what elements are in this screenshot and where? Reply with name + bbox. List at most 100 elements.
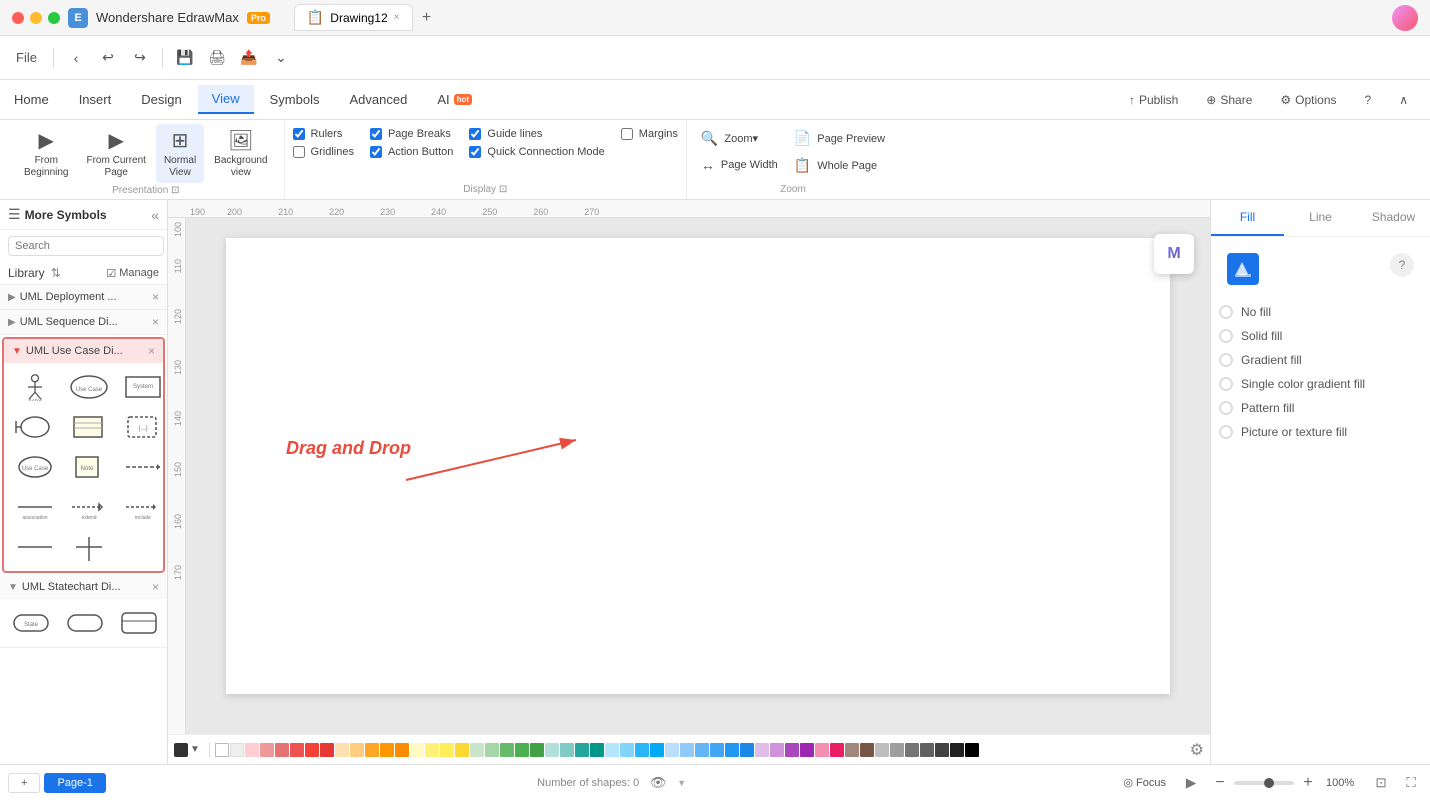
normal-view-button[interactable]: ⊞ NormalView <box>156 124 204 183</box>
menu-view[interactable]: View <box>198 85 254 114</box>
color-swatch[interactable] <box>860 743 874 757</box>
from-current-page-button[interactable]: ▶ From CurrentPage <box>78 124 153 183</box>
close-section-icon-2[interactable]: × <box>152 315 159 329</box>
shape-boundary[interactable] <box>10 409 60 445</box>
drawing-canvas[interactable]: Drag and Drop <box>186 218 1210 734</box>
print-button[interactable]: 🖨 <box>203 44 231 72</box>
zoom-slider[interactable] <box>1234 781 1294 785</box>
color-swatch[interactable] <box>950 743 964 757</box>
color-swatch[interactable] <box>935 743 949 757</box>
color-swatch[interactable] <box>635 743 649 757</box>
color-swatch[interactable] <box>530 743 544 757</box>
undo-button[interactable]: ↩ <box>94 44 122 72</box>
color-swatch[interactable] <box>740 743 754 757</box>
display-expand-icon[interactable]: ⊡ <box>499 184 507 195</box>
color-swatch[interactable] <box>410 743 424 757</box>
single-color-fill-option[interactable]: Single color gradient fill <box>1219 377 1422 391</box>
shape-association[interactable]: association <box>10 489 60 525</box>
close-section-icon-3[interactable]: × <box>148 344 155 358</box>
from-beginning-button[interactable]: ▶ FromBeginning <box>16 124 76 183</box>
action-button-checkbox[interactable]: Action Button <box>370 146 453 158</box>
fit-page-button[interactable]: ⊡ <box>1370 772 1392 794</box>
color-swatch[interactable] <box>725 743 739 757</box>
share-button[interactable]: ⊕ Share <box>1196 89 1262 111</box>
user-avatar[interactable] <box>1392 5 1418 31</box>
gridlines-checkbox[interactable]: Gridlines <box>293 146 354 158</box>
color-swatch[interactable] <box>260 743 274 757</box>
menu-insert[interactable]: Insert <box>65 86 126 113</box>
color-swatch[interactable] <box>755 743 769 757</box>
solid-fill-radio[interactable] <box>1219 329 1233 343</box>
color-swatch[interactable] <box>455 743 469 757</box>
color-swatch[interactable] <box>695 743 709 757</box>
panel-collapse-icon[interactable]: « <box>151 207 159 223</box>
zoom-out-button[interactable]: − <box>1210 773 1230 793</box>
fill-color-swatch[interactable] <box>174 743 188 757</box>
shape-system[interactable]: System <box>118 369 167 405</box>
color-swatch[interactable] <box>785 743 799 757</box>
page-width-button[interactable]: ↔ Page Width <box>695 155 784 175</box>
picture-fill-option[interactable]: Picture or texture fill <box>1219 425 1422 439</box>
background-view-button[interactable]: 🖼 Backgroundview <box>206 124 275 183</box>
file-menu[interactable]: File <box>8 46 45 69</box>
color-swatch-gray[interactable] <box>230 743 244 757</box>
fill-tab[interactable]: Fill <box>1211 200 1284 236</box>
zoom-button[interactable]: 🔍 Zoom▾ <box>695 128 784 149</box>
no-fill-option[interactable]: No fill <box>1219 305 1422 319</box>
single-color-fill-radio[interactable] <box>1219 377 1233 391</box>
fill-help-icon[interactable]: ? <box>1382 253 1422 285</box>
close-button[interactable] <box>12 12 24 24</box>
quick-connection-checkbox[interactable]: Quick Connection Mode <box>469 146 604 158</box>
color-swatch[interactable] <box>845 743 859 757</box>
menu-symbols[interactable]: Symbols <box>256 86 334 113</box>
line-tab[interactable]: Line <box>1284 200 1357 236</box>
zoom-in-button[interactable]: + <box>1298 773 1318 793</box>
uml-deployment-header[interactable]: ▶ UML Deployment ... × <box>0 285 167 309</box>
solid-fill-option[interactable]: Solid fill <box>1219 329 1422 343</box>
shape-t-shape[interactable] <box>64 529 114 565</box>
eye-button[interactable]: 👁 <box>647 772 669 794</box>
shape-note[interactable] <box>64 409 114 445</box>
color-swatch[interactable] <box>545 743 559 757</box>
color-swatch[interactable] <box>275 743 289 757</box>
search-input[interactable] <box>8 236 164 256</box>
color-swatch[interactable] <box>890 743 904 757</box>
shape-state-1[interactable]: State <box>6 605 56 641</box>
uml-sequence-header[interactable]: ▶ UML Sequence Di... × <box>0 310 167 334</box>
shape-line[interactable] <box>10 529 60 565</box>
page-breaks-checkbox[interactable]: Page Breaks <box>370 128 453 140</box>
color-swatch[interactable] <box>800 743 814 757</box>
more-button[interactable]: ⌄ <box>267 44 295 72</box>
shape-note2[interactable]: Note <box>64 449 114 485</box>
page-preview-button[interactable]: 📄 Page Preview <box>788 128 891 149</box>
color-swatch[interactable] <box>605 743 619 757</box>
help-circle[interactable]: ? <box>1390 253 1414 277</box>
shape-constraint[interactable]: {...} <box>118 409 167 445</box>
color-swatch[interactable] <box>440 743 454 757</box>
add-page-button[interactable]: + <box>8 773 40 793</box>
close-section-icon-4[interactable]: × <box>152 580 159 594</box>
color-swatch[interactable] <box>365 743 379 757</box>
color-swatch[interactable] <box>380 743 394 757</box>
color-swatch[interactable] <box>335 743 349 757</box>
color-swatch[interactable] <box>485 743 499 757</box>
color-swatch[interactable] <box>665 743 679 757</box>
pattern-fill-radio[interactable] <box>1219 401 1233 415</box>
menu-design[interactable]: Design <box>127 86 195 113</box>
color-swatch[interactable] <box>920 743 934 757</box>
pattern-fill-option[interactable]: Pattern fill <box>1219 401 1422 415</box>
shape-state-3[interactable] <box>114 605 164 641</box>
color-swatch[interactable] <box>815 743 829 757</box>
options-button[interactable]: ⚙ Options <box>1270 89 1346 111</box>
shape-dashed-line[interactable] <box>118 449 167 485</box>
margins-checkbox[interactable]: Margins <box>621 128 678 140</box>
color-swatch[interactable] <box>350 743 364 757</box>
color-swatch[interactable] <box>245 743 259 757</box>
color-swatch[interactable] <box>590 743 604 757</box>
drawing-tab[interactable]: 📋 Drawing12 × <box>294 4 413 31</box>
uml-use-case-header[interactable]: ▼ UML Use Case Di... × <box>4 339 163 363</box>
color-swatch[interactable] <box>515 743 529 757</box>
redo-button[interactable]: ↪ <box>126 44 154 72</box>
shape-state-2[interactable] <box>60 605 110 641</box>
gradient-fill-option[interactable]: Gradient fill <box>1219 353 1422 367</box>
